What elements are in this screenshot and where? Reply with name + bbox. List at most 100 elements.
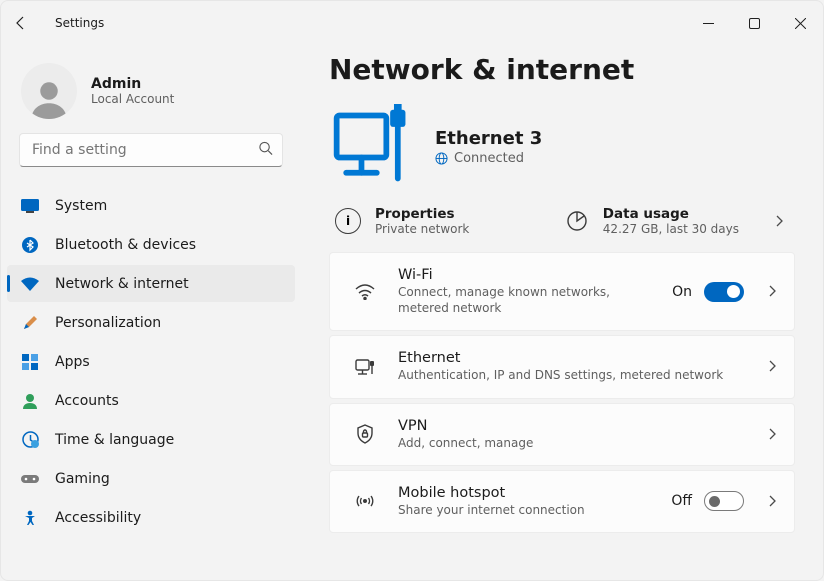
- card-sub: Share your internet connection: [398, 502, 649, 518]
- sidebar-item-accounts[interactable]: Accounts: [7, 382, 295, 419]
- system-icon: [21, 197, 39, 215]
- connection-status-label: Connected: [454, 151, 524, 166]
- sidebar: Admin Local Account System Bluetooth & d…: [1, 45, 301, 580]
- main[interactable]: Network & internet Ethernet 3 Connected: [301, 45, 823, 580]
- sidebar-item-label: Time & language: [55, 432, 174, 448]
- wifi-toggle-wrap: On: [672, 282, 744, 302]
- sidebar-item-system[interactable]: System: [7, 187, 295, 224]
- sidebar-item-label: Personalization: [55, 315, 161, 331]
- paintbrush-icon: [21, 314, 39, 332]
- card-text: VPN Add, connect, manage: [398, 418, 744, 451]
- search: [19, 133, 283, 167]
- search-input[interactable]: [19, 133, 283, 167]
- card-sub: Add, connect, manage: [398, 435, 744, 451]
- card-text: Wi-Fi Connect, manage known networks, me…: [398, 267, 650, 316]
- settings-cards: Wi-Fi Connect, manage known networks, me…: [329, 252, 813, 533]
- maximize-button[interactable]: [731, 7, 777, 39]
- sidebar-item-apps[interactable]: Apps: [7, 343, 295, 380]
- card-title: Ethernet: [398, 350, 744, 366]
- sidebar-item-label: Gaming: [55, 471, 110, 487]
- settings-window: Settings Admin Local Account: [0, 0, 824, 581]
- window-title: Settings: [41, 16, 104, 30]
- card-text: Mobile hotspot Share your internet conne…: [398, 485, 649, 518]
- info-icon: i: [335, 208, 361, 234]
- sidebar-item-label: Accessibility: [55, 510, 141, 526]
- toggle-label: Off: [671, 493, 692, 509]
- card-ethernet[interactable]: Ethernet Authentication, IP and DNS sett…: [329, 335, 795, 398]
- close-button[interactable]: [777, 7, 823, 39]
- maximize-icon: [749, 18, 760, 29]
- hotspot-toggle[interactable]: [704, 491, 744, 511]
- connection-sub: Connected: [435, 151, 542, 166]
- avatar: [21, 63, 77, 119]
- nav: System Bluetooth & devices Network & int…: [1, 183, 301, 576]
- sidebar-item-accessibility[interactable]: Accessibility: [7, 499, 295, 536]
- gaming-icon: [21, 470, 39, 488]
- chevron-right-icon: [766, 357, 778, 376]
- search-icon: [258, 141, 273, 160]
- ethernet-icon: [354, 359, 376, 375]
- data-usage-block[interactable]: Data usage 42.27 GB, last 30 days: [565, 206, 739, 236]
- back-button[interactable]: [1, 1, 41, 45]
- profile[interactable]: Admin Local Account: [1, 55, 301, 133]
- arrow-left-icon: [13, 15, 29, 31]
- sidebar-item-time[interactable]: Time & language: [7, 421, 295, 458]
- card-title: Wi-Fi: [398, 267, 650, 283]
- body: Admin Local Account System Bluetooth & d…: [1, 45, 823, 580]
- apps-icon: [21, 353, 39, 371]
- profile-text: Admin Local Account: [91, 76, 174, 106]
- bluetooth-icon: [21, 236, 39, 254]
- card-hotspot[interactable]: Mobile hotspot Share your internet conne…: [329, 470, 795, 533]
- card-sub: Connect, manage known networks, metered …: [398, 284, 650, 316]
- hotspot-icon: [354, 492, 376, 510]
- chevron-right-icon: [753, 212, 793, 231]
- toggle-label: On: [672, 284, 692, 300]
- wifi-icon: [354, 284, 376, 300]
- connection-status: Ethernet 3 Connected: [329, 104, 813, 190]
- sidebar-item-network[interactable]: Network & internet: [7, 265, 295, 302]
- profile-name: Admin: [91, 76, 174, 92]
- card-vpn[interactable]: VPN Add, connect, manage: [329, 403, 795, 466]
- person-icon: [28, 77, 70, 119]
- connection-text: Ethernet 3 Connected: [435, 128, 542, 166]
- sidebar-item-gaming[interactable]: Gaming: [7, 460, 295, 497]
- close-icon: [795, 18, 806, 29]
- sidebar-item-label: Apps: [55, 354, 90, 370]
- data-usage-sub: 42.27 GB, last 30 days: [603, 222, 739, 236]
- profile-sub: Local Account: [91, 92, 174, 106]
- sidebar-item-personalization[interactable]: Personalization: [7, 304, 295, 341]
- globe-icon: [435, 152, 448, 165]
- properties-title: Properties: [375, 206, 469, 222]
- ethernet-illustration-icon: [329, 104, 415, 190]
- card-sub: Authentication, IP and DNS settings, met…: [398, 367, 744, 383]
- sidebar-item-label: System: [55, 198, 107, 214]
- accessibility-icon: [21, 509, 39, 527]
- page-title: Network & internet: [329, 53, 813, 86]
- wifi-icon: [21, 275, 39, 293]
- connection-name: Ethernet 3: [435, 128, 542, 149]
- info-row: i Properties Private network Data usage …: [329, 202, 813, 252]
- titlebar: Settings: [1, 1, 823, 45]
- chevron-right-icon: [766, 282, 778, 301]
- properties-block[interactable]: i Properties Private network: [335, 206, 469, 236]
- minimize-icon: [703, 18, 714, 29]
- chevron-right-icon: [766, 425, 778, 444]
- search-wrap: [1, 133, 301, 183]
- minimize-button[interactable]: [685, 7, 731, 39]
- chevron-right-icon: [766, 492, 778, 511]
- card-title: VPN: [398, 418, 744, 434]
- data-usage-title: Data usage: [603, 206, 739, 222]
- sidebar-item-label: Network & internet: [55, 276, 189, 292]
- shield-lock-icon: [354, 424, 376, 444]
- pie-chart-icon: [565, 209, 589, 233]
- hotspot-toggle-wrap: Off: [671, 491, 744, 511]
- card-title: Mobile hotspot: [398, 485, 649, 501]
- clock-globe-icon: [21, 431, 39, 449]
- accounts-icon: [21, 392, 39, 410]
- wifi-toggle[interactable]: [704, 282, 744, 302]
- sidebar-item-label: Bluetooth & devices: [55, 237, 196, 253]
- sidebar-item-bluetooth[interactable]: Bluetooth & devices: [7, 226, 295, 263]
- sidebar-item-label: Accounts: [55, 393, 119, 409]
- card-wifi[interactable]: Wi-Fi Connect, manage known networks, me…: [329, 252, 795, 331]
- card-text: Ethernet Authentication, IP and DNS sett…: [398, 350, 744, 383]
